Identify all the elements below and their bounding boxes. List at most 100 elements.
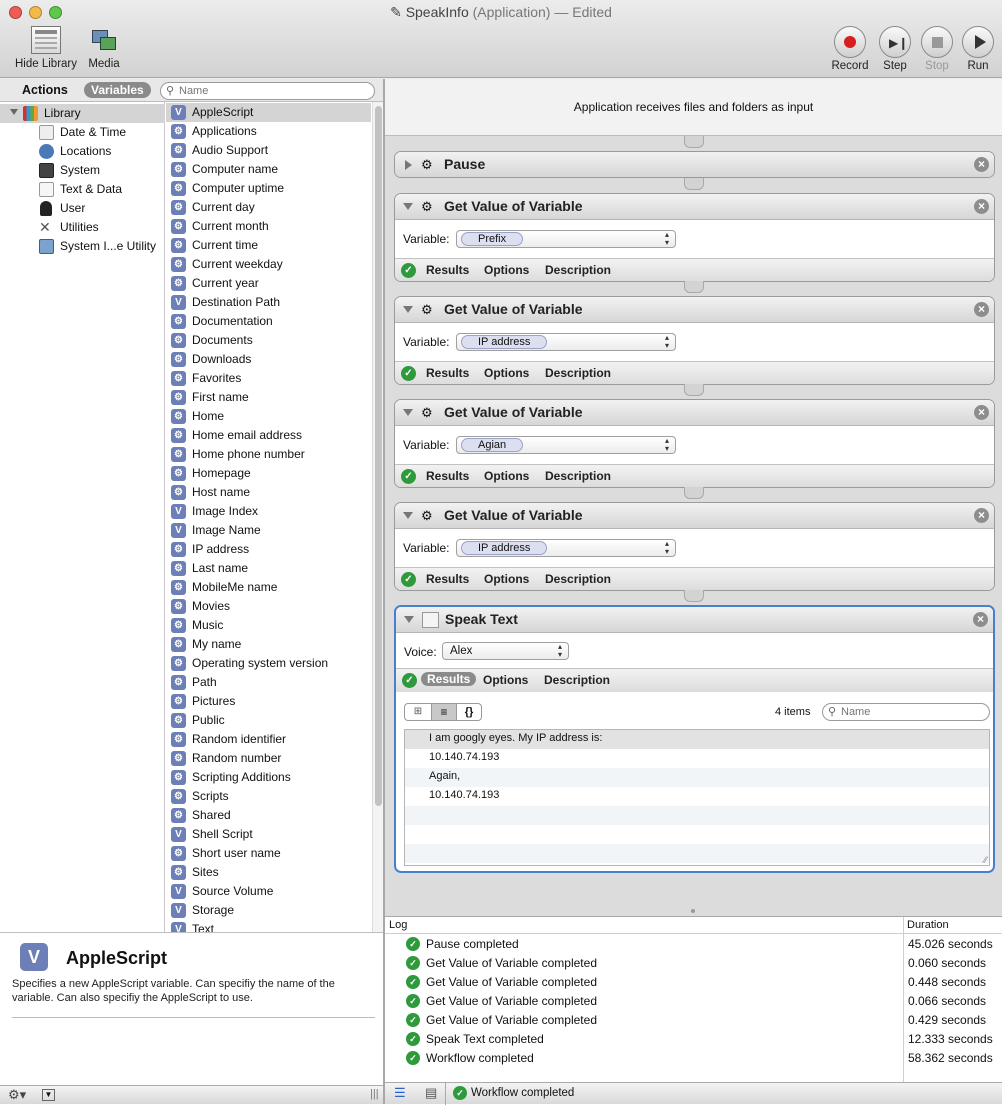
result-row[interactable]: 10.140.74.193 <box>405 787 989 806</box>
category-library[interactable]: Library <box>0 104 165 123</box>
variable-list-scrollbar[interactable] <box>372 102 383 932</box>
collapse-triangle-icon[interactable] <box>403 203 413 210</box>
remove-action-icon[interactable]: × <box>974 302 989 317</box>
collapse-triangle-icon[interactable] <box>403 306 413 313</box>
options-tab[interactable]: Options <box>484 572 529 586</box>
description-toggle-icon[interactable]: ▼ <box>42 1089 55 1101</box>
results-search-input[interactable] <box>841 705 985 719</box>
category-utilities[interactable]: ✕ Utilities <box>0 218 165 237</box>
description-tab[interactable]: Description <box>545 263 611 277</box>
variable-item[interactable]: ⚙ Public <box>166 711 371 730</box>
variable-item[interactable]: ⚙ Current day <box>166 198 371 217</box>
remove-action-icon[interactable]: × <box>973 612 988 627</box>
variable-item[interactable]: ⚙ Music <box>166 616 371 635</box>
code-view-icon[interactable]: {} <box>457 704 481 720</box>
tab-variables[interactable]: Variables <box>84 82 151 98</box>
variable-item[interactable]: ⚙ Scripts <box>166 787 371 806</box>
variable-item[interactable]: ⚙ Documents <box>166 331 371 350</box>
hide-library-button[interactable]: Hide Library <box>10 26 82 70</box>
options-tab[interactable]: Options <box>484 263 529 277</box>
variable-item[interactable]: ⚙ Home <box>166 407 371 426</box>
results-tab[interactable]: Results <box>426 572 469 586</box>
log-row[interactable]: ✓ Pause completed 45.026 seconds <box>385 935 1002 954</box>
variable-item[interactable]: ⚙ Scripting Additions <box>166 768 371 787</box>
options-tab[interactable]: Options <box>483 673 528 687</box>
description-tab[interactable]: Description <box>544 673 610 687</box>
options-tab[interactable]: Options <box>484 366 529 380</box>
variable-select[interactable]: IP address ▴ ▾ <box>456 333 676 351</box>
variable-item[interactable]: ⚙ IP address <box>166 540 371 559</box>
variable-item[interactable]: V Source Volume <box>166 882 371 901</box>
variable-select[interactable]: Agian ▴ ▾ <box>456 436 676 454</box>
remove-action-icon[interactable]: × <box>974 508 989 523</box>
variable-item[interactable]: ⚙ Movies <box>166 597 371 616</box>
category-system[interactable]: System <box>0 161 165 180</box>
run-button[interactable]: Run <box>958 26 998 72</box>
log-row[interactable]: ✓ Speak Text completed 12.333 seconds <box>385 1030 1002 1049</box>
variable-item[interactable]: ⚙ Current time <box>166 236 371 255</box>
result-row[interactable]: I am googly eyes. My IP address is: <box>405 730 989 749</box>
variable-item[interactable]: ⚙ Downloads <box>166 350 371 369</box>
variable-item[interactable]: ⚙ Sites <box>166 863 371 882</box>
results-tab[interactable]: Results <box>426 366 469 380</box>
results-search-field[interactable]: ⚲ <box>822 703 990 721</box>
variable-item[interactable]: ⚙ Random number <box>166 749 371 768</box>
variable-item[interactable]: ⚙ Documentation <box>166 312 371 331</box>
variable-item[interactable]: V Image Name <box>166 521 371 540</box>
record-button[interactable]: Record <box>829 26 871 72</box>
results-tab[interactable]: Results <box>426 263 469 277</box>
description-tab[interactable]: Description <box>545 366 611 380</box>
variable-item[interactable]: V Storage <box>166 901 371 920</box>
variable-item[interactable]: ⚙ My name <box>166 635 371 654</box>
remove-action-icon[interactable]: × <box>974 405 989 420</box>
resize-grip-icon[interactable]: ||| <box>370 1088 379 1100</box>
log-list-view-icon[interactable]: ☰ <box>394 1085 406 1101</box>
variable-item[interactable]: ⚙ Current year <box>166 274 371 293</box>
category-user[interactable]: User <box>0 199 165 218</box>
results-tab[interactable]: Results <box>421 672 477 686</box>
icon-view-icon[interactable]: ⊞ <box>405 704 431 720</box>
variable-item[interactable]: ⚙ Shared <box>166 806 371 825</box>
collapse-triangle-icon[interactable] <box>405 160 412 170</box>
collapse-triangle-icon[interactable] <box>404 616 414 623</box>
variable-item[interactable]: ⚙ Current month <box>166 217 371 236</box>
variable-item[interactable]: ⚙ Path <box>166 673 371 692</box>
collapse-triangle-icon[interactable] <box>403 409 413 416</box>
result-row[interactable]: Again, <box>405 768 989 787</box>
variable-select[interactable]: IP address ▴ ▾ <box>456 539 676 557</box>
category-system-image-utility[interactable]: System I...e Utility <box>0 237 165 256</box>
log-toggle-icon[interactable]: ▤ <box>425 1085 437 1101</box>
remove-action-icon[interactable]: × <box>974 199 989 214</box>
variable-item[interactable]: ⚙ Favorites <box>166 369 371 388</box>
library-search-input[interactable] <box>179 84 369 98</box>
log-row[interactable]: ✓ Get Value of Variable completed 0.066 se… <box>385 992 1002 1011</box>
description-tab[interactable]: Description <box>545 469 611 483</box>
log-row[interactable]: ✓ Get Value of Variable completed 0.448 se… <box>385 973 1002 992</box>
variable-item[interactable]: V Shell Script <box>166 825 371 844</box>
description-tab[interactable]: Description <box>545 572 611 586</box>
gear-menu-icon[interactable]: ⚙▾ <box>8 1087 26 1103</box>
collapse-triangle-icon[interactable] <box>403 512 413 519</box>
variable-item[interactable]: ⚙ Applications <box>166 122 371 141</box>
tab-actions[interactable]: Actions <box>22 83 68 97</box>
log-resize-handle[interactable] <box>691 909 695 913</box>
log-row[interactable]: ✓ Get Value of Variable completed 0.429 se… <box>385 1011 1002 1030</box>
library-search-field[interactable]: ⚲ <box>160 82 375 100</box>
variable-item[interactable]: ⚙ Home email address <box>166 426 371 445</box>
duration-column-header[interactable]: Duration <box>907 919 949 931</box>
variable-item[interactable]: V Image Index <box>166 502 371 521</box>
variable-item[interactable]: ⚙ Computer name <box>166 160 371 179</box>
variable-item[interactable]: ⚙ Home phone number <box>166 445 371 464</box>
category-locations[interactable]: Locations <box>0 142 165 161</box>
variable-item[interactable]: ⚙ Short user name <box>166 844 371 863</box>
step-button[interactable]: ▶❙ Step <box>874 26 916 72</box>
stop-button[interactable]: Stop <box>916 26 958 72</box>
resize-grip-icon[interactable]: ⁄⁄ <box>984 855 987 865</box>
variable-item[interactable]: ⚙ Operating system version <box>166 654 371 673</box>
result-row[interactable]: 10.140.74.193 <box>405 749 989 768</box>
list-view-icon[interactable]: ≡ <box>431 704 457 720</box>
variable-item[interactable]: ⚙ Pictures <box>166 692 371 711</box>
variable-item[interactable]: ⚙ Computer uptime <box>166 179 371 198</box>
variable-item[interactable]: ⚙ Random identifier <box>166 730 371 749</box>
voice-select[interactable]: Alex ▴ ▾ <box>442 642 569 660</box>
